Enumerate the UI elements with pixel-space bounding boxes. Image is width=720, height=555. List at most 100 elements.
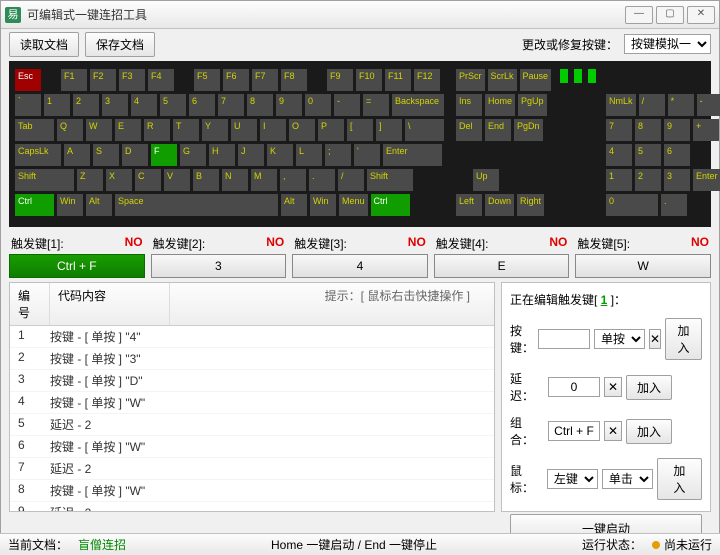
key-a[interactable]: A — [64, 144, 90, 166]
key-1[interactable]: 1 — [606, 169, 632, 191]
key-r[interactable]: R — [144, 119, 170, 141]
key-up[interactable]: Up — [473, 169, 499, 191]
key-4[interactable]: 4 — [606, 144, 632, 166]
list-body[interactable]: 1按键 - [ 单按 ] "4"2按键 - [ 单按 ] "3"3按键 - [ … — [10, 326, 494, 511]
key-v[interactable]: V — [164, 169, 190, 191]
key-alt[interactable]: Alt — [86, 194, 112, 216]
key-y[interactable]: Y — [202, 119, 228, 141]
key-3[interactable]: 3 — [664, 169, 690, 191]
key-f12[interactable]: F12 — [414, 69, 440, 91]
key-mode-select[interactable]: 按键模拟一 — [624, 34, 711, 54]
key-7[interactable]: 7 — [606, 119, 632, 141]
list-row[interactable]: 1按键 - [ 单按 ] "4" — [10, 326, 494, 348]
key-prscr[interactable]: PrScr — [456, 69, 485, 91]
key-[[interactable]: [ — [347, 119, 373, 141]
key-input[interactable] — [538, 329, 590, 349]
key-end[interactable]: End — [485, 119, 511, 141]
key-n[interactable]: N — [222, 169, 248, 191]
key-.[interactable]: . — [309, 169, 335, 191]
key-f5[interactable]: F5 — [194, 69, 220, 91]
key-f4[interactable]: F4 — [148, 69, 174, 91]
key-mode-select2[interactable]: 单按 — [594, 329, 645, 349]
key--[interactable]: - — [334, 94, 360, 116]
key-8[interactable]: 8 — [247, 94, 273, 116]
key-*[interactable]: * — [668, 94, 694, 116]
key-l[interactable]: L — [296, 144, 322, 166]
key-s[interactable]: S — [93, 144, 119, 166]
key-4[interactable]: 4 — [131, 94, 157, 116]
key-f3[interactable]: F3 — [119, 69, 145, 91]
key-9[interactable]: 9 — [276, 94, 302, 116]
key-x[interactable]: X — [106, 169, 132, 191]
key-add-button[interactable]: 加入 — [665, 318, 702, 360]
key-down[interactable]: Down — [485, 194, 514, 216]
key-o[interactable]: O — [289, 119, 315, 141]
key--[interactable]: - — [697, 94, 720, 116]
key-i[interactable]: I — [260, 119, 286, 141]
key-shift[interactable]: Shift — [367, 169, 413, 191]
mouse-button-select[interactable]: 左键 — [547, 469, 598, 489]
list-row[interactable]: 6按键 - [ 单按 ] "W" — [10, 436, 494, 458]
trigger-button-1[interactable]: Ctrl + F — [9, 254, 145, 278]
combo-clear-button[interactable]: ✕ — [604, 421, 622, 441]
key-pause[interactable]: Pause — [520, 69, 552, 91]
trigger-button-3[interactable]: 4 — [292, 254, 428, 278]
delay-clear-button[interactable]: ✕ — [604, 377, 622, 397]
maximize-button[interactable]: ▢ — [656, 6, 684, 24]
key-e[interactable]: E — [115, 119, 141, 141]
key-esc[interactable]: Esc — [15, 69, 41, 91]
key-][interactable]: ] — [376, 119, 402, 141]
key-right[interactable]: Right — [517, 194, 544, 216]
combo-input[interactable] — [548, 421, 600, 441]
key-'[interactable]: ' — [354, 144, 380, 166]
key-menu[interactable]: Menu — [339, 194, 368, 216]
col-content[interactable]: 代码内容 — [50, 283, 170, 325]
key-2[interactable]: 2 — [635, 169, 661, 191]
key-3[interactable]: 3 — [102, 94, 128, 116]
key-2[interactable]: 2 — [73, 94, 99, 116]
key-pgup[interactable]: PgUp — [518, 94, 547, 116]
key-u[interactable]: U — [231, 119, 257, 141]
key-del[interactable]: Del — [456, 119, 482, 141]
key-w[interactable]: W — [86, 119, 112, 141]
key-ctrl[interactable]: Ctrl — [371, 194, 410, 216]
key-capslk[interactable]: CapsLk — [15, 144, 61, 166]
key-home[interactable]: Home — [485, 94, 515, 116]
key-k[interactable]: K — [267, 144, 293, 166]
key-win[interactable]: Win — [57, 194, 83, 216]
key-9[interactable]: 9 — [664, 119, 690, 141]
key-pgdn[interactable]: PgDn — [514, 119, 543, 141]
key-f6[interactable]: F6 — [223, 69, 249, 91]
key-f1[interactable]: F1 — [61, 69, 87, 91]
key-.[interactable]: . — [661, 194, 687, 216]
key-0[interactable]: 0 — [305, 94, 331, 116]
key-5[interactable]: 5 — [635, 144, 661, 166]
key-enter[interactable]: Enter — [693, 169, 720, 191]
key-shift[interactable]: Shift — [15, 169, 74, 191]
trigger-button-2[interactable]: 3 — [151, 254, 287, 278]
list-row[interactable]: 5延迟 - 2 — [10, 414, 494, 436]
list-row[interactable]: 7延迟 - 2 — [10, 458, 494, 480]
list-row[interactable]: 9延迟 - 2 — [10, 502, 494, 511]
trigger-button-5[interactable]: W — [575, 254, 711, 278]
key-f2[interactable]: F2 — [90, 69, 116, 91]
key-7[interactable]: 7 — [218, 94, 244, 116]
key-j[interactable]: J — [238, 144, 264, 166]
key-clear-button[interactable]: ✕ — [649, 329, 661, 349]
close-button[interactable]: ✕ — [687, 6, 715, 24]
key-ctrl[interactable]: Ctrl — [15, 194, 54, 216]
list-row[interactable]: 2按键 - [ 单按 ] "3" — [10, 348, 494, 370]
key-backspace[interactable]: Backspace — [392, 94, 444, 116]
key-6[interactable]: 6 — [664, 144, 690, 166]
key-8[interactable]: 8 — [635, 119, 661, 141]
key-scrlk[interactable]: ScrLk — [488, 69, 517, 91]
key-alt[interactable]: Alt — [281, 194, 307, 216]
key-left[interactable]: Left — [456, 194, 482, 216]
key-space[interactable]: Space — [115, 194, 278, 216]
key-z[interactable]: Z — [77, 169, 103, 191]
combo-add-button[interactable]: 加入 — [626, 419, 672, 444]
key-f7[interactable]: F7 — [252, 69, 278, 91]
key-5[interactable]: 5 — [160, 94, 186, 116]
key-h[interactable]: H — [209, 144, 235, 166]
key-`[interactable]: ` — [15, 94, 41, 116]
